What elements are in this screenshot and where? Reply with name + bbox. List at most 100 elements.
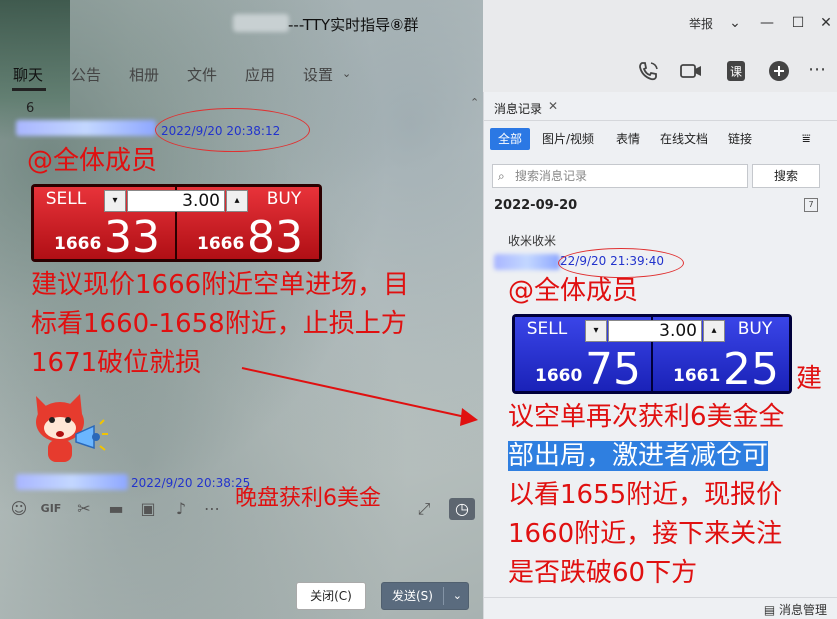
qty-increase[interactable]: ▴ [226, 190, 248, 212]
message-timestamp: 2022/9/20 20:38:25 [131, 476, 251, 490]
close-icon[interactable]: ✕ [816, 13, 836, 33]
mention-all: @全体成员 [508, 276, 639, 306]
advice-text-line: 是否跌破60下方 [508, 558, 698, 588]
group-avatar-blur [233, 14, 289, 32]
active-tab-indicator [12, 88, 46, 91]
unread-count: 6 [26, 101, 35, 116]
tab-apps[interactable]: 应用 [245, 64, 275, 85]
add-icon[interactable] [767, 60, 791, 82]
buy-price-big: 83 [247, 212, 303, 263]
qty-decrease[interactable]: ▾ [104, 190, 126, 212]
emoji-icon[interactable]: ☺ [8, 498, 30, 520]
chevron-down-icon[interactable]: ⌄ [342, 67, 351, 80]
title-bar: ---TTY实时指导⑧群 举报 ⌄ — ☐ ✕ [0, 0, 837, 46]
search-icon: ⌕ [498, 169, 505, 183]
send-separator [443, 587, 444, 605]
svg-text:课: 课 [730, 65, 742, 79]
collapse-icon[interactable]: ⌃ [470, 96, 479, 109]
filter-all[interactable]: 全部 [490, 128, 531, 150]
history-date: 2022-09-20 [494, 198, 578, 213]
sender-name-blur [494, 254, 560, 270]
qty-increase[interactable]: ▴ [703, 320, 725, 342]
sell-price-big: 75 [585, 344, 641, 395]
filter-icon[interactable]: ⩸ [802, 128, 811, 150]
advice-text-line: 标看1660-1658附近，止损上方 [31, 309, 407, 339]
send-label: 发送(S) [392, 589, 433, 603]
quantity-input[interactable]: 3.00 [608, 320, 702, 342]
filter-docs[interactable]: 在线文档 [660, 128, 708, 150]
input-toolbar: ☺ GIF ✂ ▬ ▣ ♪ ⋯ ⤢ ◷ [0, 492, 483, 528]
buy-price-prefix: 1666 [197, 234, 245, 254]
divider [484, 120, 837, 121]
history-clock-icon[interactable]: ◷ [449, 498, 475, 520]
folder-icon[interactable]: ▬ [105, 498, 127, 520]
sell-price: 1666 33 [34, 212, 175, 263]
buy-price-prefix: 1661 [673, 366, 721, 386]
calendar-icon[interactable]: 7 [804, 198, 818, 212]
advice-text-line: 部出局，激进者减仓可 [508, 437, 769, 476]
buy-price-big: 25 [723, 344, 779, 395]
advice-text-line: 议空单再次获利6美金全 [508, 402, 785, 432]
filter-media[interactable]: 图片/视频 [542, 128, 594, 150]
quantity-input[interactable]: 3.00 [127, 190, 225, 212]
search-button[interactable]: 搜索 [752, 164, 820, 188]
sell-price-prefix: 1660 [535, 366, 583, 386]
manage-label: 消息管理 [778, 603, 827, 617]
tab-album[interactable]: 相册 [129, 64, 159, 85]
filter-links[interactable]: 链接 [728, 128, 752, 150]
chevron-down-icon[interactable]: ⌄ [453, 583, 462, 609]
tab-chat[interactable]: 聊天 [13, 64, 43, 85]
chat-bubble-icon: ▤ [763, 603, 779, 617]
buy-label: BUY [737, 319, 773, 339]
chevron-down-icon[interactable]: ⌄ [725, 13, 745, 33]
buy-label: BUY [266, 189, 302, 209]
sell-label: SELL [526, 319, 568, 339]
history-search-input[interactable]: ⌕ 搜索消息记录 [492, 164, 748, 188]
expand-icon[interactable]: ⤢ [413, 498, 435, 520]
selected-text: 部出局，激进者减仓可 [508, 441, 769, 471]
advice-text-line: 以看1655附近，现报价 [508, 480, 783, 510]
image-icon[interactable]: ▣ [137, 498, 159, 520]
pointer-arrow [241, 367, 478, 426]
window-title: ---TTY实时指导⑧群 [288, 16, 419, 34]
filter-stickers[interactable]: 表情 [616, 128, 640, 150]
gif-icon[interactable]: GIF [38, 498, 64, 520]
fox-sticker [36, 394, 108, 462]
message-manage-link[interactable]: ▤ 消息管理 [764, 601, 827, 618]
trade-widget-sell: SELL 1666 33 BUY 1666 83 ▾ 3.00 ▴ [31, 184, 322, 263]
advice-text-line: 1660附近，接下来关注 [508, 519, 783, 549]
close-button[interactable]: 关闭(C) [296, 582, 366, 610]
mention-all: @全体成员 [27, 146, 158, 176]
search-placeholder: 搜索消息记录 [515, 169, 588, 183]
lesson-icon[interactable]: 课 [724, 60, 748, 82]
qty-decrease[interactable]: ▾ [585, 320, 607, 342]
history-message: 收米收米 [508, 234, 557, 248]
send-button[interactable]: 发送(S) ⌄ [381, 582, 469, 610]
phone-icon[interactable] [636, 60, 660, 82]
sender-name-blur [16, 474, 128, 490]
history-tab[interactable]: 消息记录 [494, 100, 542, 117]
trade-widget-buy: SELL 1660 75 BUY 1661 25 ▾ 3.00 ▴ [512, 314, 792, 395]
message-history-panel: 消息记录 ✕ 全部 图片/视频 表情 在线文档 链接 ⩸ ⌕ 搜索消息记录 搜索… [483, 92, 837, 619]
advice-text-line: 建议现价1666附近空单进场，目 [31, 270, 410, 300]
sell-price: 1660 75 [515, 342, 651, 395]
sell-label: SELL [45, 189, 87, 209]
advice-text-line: 建 [796, 364, 823, 394]
highlight-ellipse [155, 108, 310, 152]
buy-price: 1661 25 [653, 342, 789, 395]
tab-settings[interactable]: 设置 [303, 64, 333, 85]
sell-price-big: 33 [104, 212, 160, 263]
more-icon[interactable]: ⋯ [201, 498, 223, 520]
minimize-icon[interactable]: — [757, 13, 777, 33]
tab-announcement[interactable]: 公告 [71, 64, 101, 85]
sell-price-prefix: 1666 [54, 234, 102, 254]
close-icon[interactable]: ✕ [548, 99, 558, 113]
tab-files[interactable]: 文件 [187, 64, 217, 85]
video-call-icon[interactable] [679, 60, 703, 82]
buy-price: 1666 83 [177, 212, 319, 263]
report-button[interactable]: 举报 [689, 15, 713, 32]
maximize-icon[interactable]: ☐ [788, 13, 808, 33]
more-icon[interactable]: ⋯ [808, 60, 832, 82]
scissors-icon[interactable]: ✂ [73, 498, 95, 520]
bell-icon[interactable]: ♪ [170, 498, 192, 520]
